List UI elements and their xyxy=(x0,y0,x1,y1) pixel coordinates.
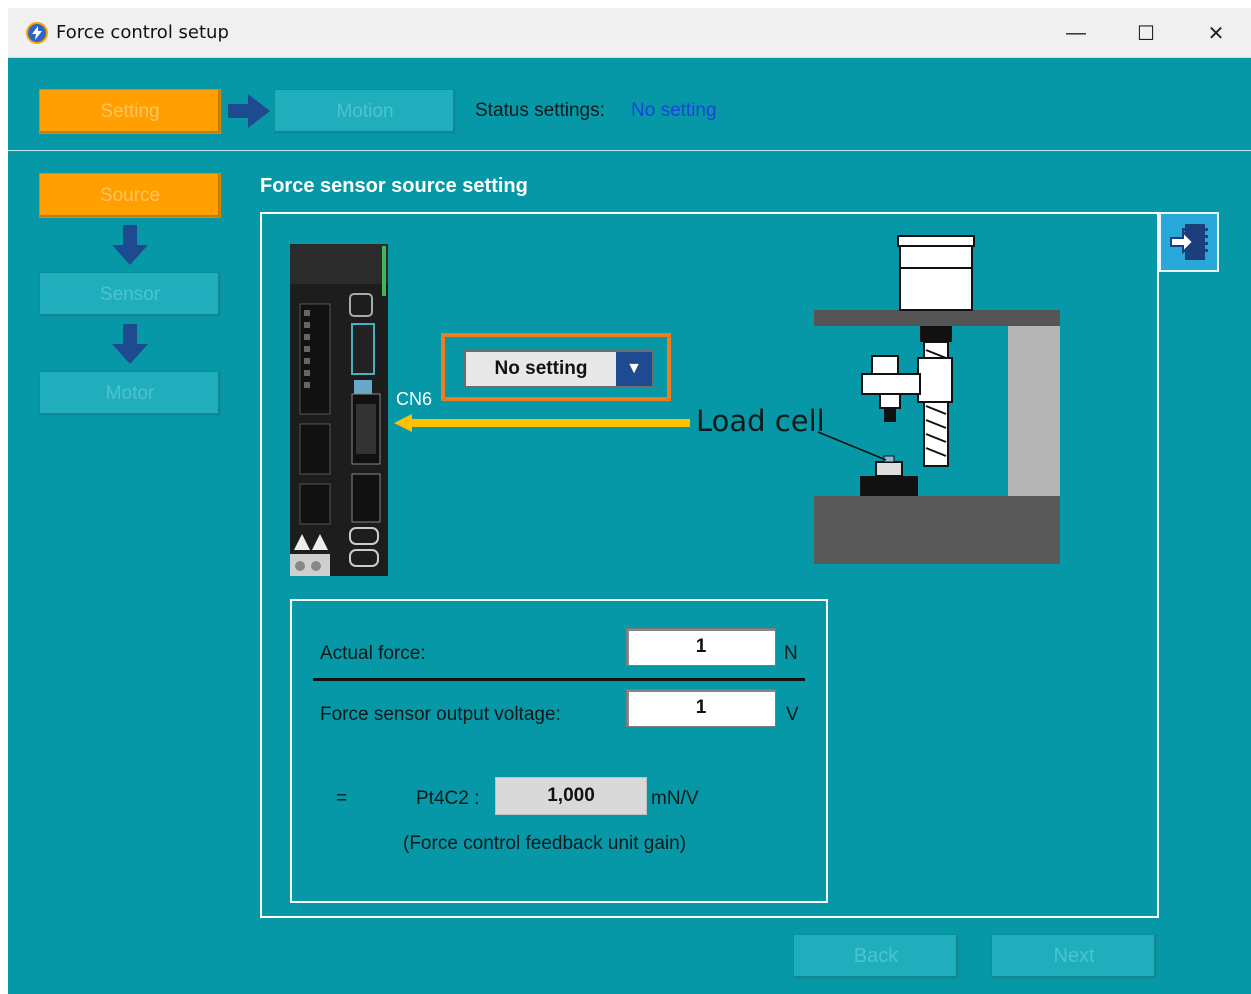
voltage-unit: V xyxy=(786,704,799,725)
status-label: Status settings: xyxy=(475,100,605,121)
section-title: Force sensor source setting xyxy=(260,175,528,197)
sidebar-item-sensor[interactable]: Sensor xyxy=(39,272,221,317)
load-cell-label: Load cell xyxy=(696,404,825,438)
connector-label: CN6 xyxy=(396,389,433,409)
header-divider xyxy=(8,150,1251,151)
app-icon xyxy=(26,22,48,44)
close-icon[interactable]: ✕ xyxy=(1196,18,1236,48)
dropdown-arrow-icon[interactable]: ▼ xyxy=(616,352,652,386)
next-button[interactable]: Next xyxy=(991,934,1157,979)
actual-force-input[interactable]: 1 xyxy=(626,628,776,666)
source-select-value: No setting xyxy=(494,358,588,379)
press-machine-illustration xyxy=(814,235,1060,564)
param-description: (Force control feedback unit gain) xyxy=(403,833,687,854)
source-select[interactable]: No setting ▼ xyxy=(464,350,654,388)
param-unit: mN/V xyxy=(651,788,699,809)
signal-arrow xyxy=(394,414,690,432)
window-title: Force control setup xyxy=(56,22,229,43)
down-arrow-icon xyxy=(112,225,148,265)
voltage-input[interactable]: 1 xyxy=(626,689,776,727)
fraction-divider xyxy=(313,678,805,681)
force-control-setup-window: Force control setup — ☐ ✕ Setting Motion… xyxy=(8,8,1251,994)
export-icon xyxy=(1170,224,1208,260)
voltage-label: Force sensor output voltage: xyxy=(320,704,561,725)
maximize-icon[interactable]: ☐ xyxy=(1126,18,1166,48)
param-value: 1,000 xyxy=(495,777,647,815)
export-button[interactable] xyxy=(1159,212,1219,272)
equals-sign: = xyxy=(336,788,348,809)
client-area: Setting Motion Status settings: No setti… xyxy=(8,58,1251,994)
step-motion-button[interactable]: Motion xyxy=(274,89,456,134)
right-arrow-icon xyxy=(228,94,270,128)
status-value: No setting xyxy=(631,100,717,121)
back-button[interactable]: Back xyxy=(793,934,959,979)
sidebar-item-motor[interactable]: Motor xyxy=(39,371,221,416)
minimize-icon[interactable]: — xyxy=(1056,18,1096,48)
title-bar: Force control setup — ☐ ✕ xyxy=(8,8,1251,58)
down-arrow-icon xyxy=(112,324,148,364)
step-setting-button[interactable]: Setting xyxy=(39,89,221,134)
param-label: Pt4C2 : xyxy=(416,788,480,809)
servo-drive-illustration xyxy=(290,244,388,576)
actual-force-label: Actual force: xyxy=(320,643,426,664)
actual-force-unit: N xyxy=(784,643,798,664)
sidebar-item-source[interactable]: Source xyxy=(39,173,221,218)
